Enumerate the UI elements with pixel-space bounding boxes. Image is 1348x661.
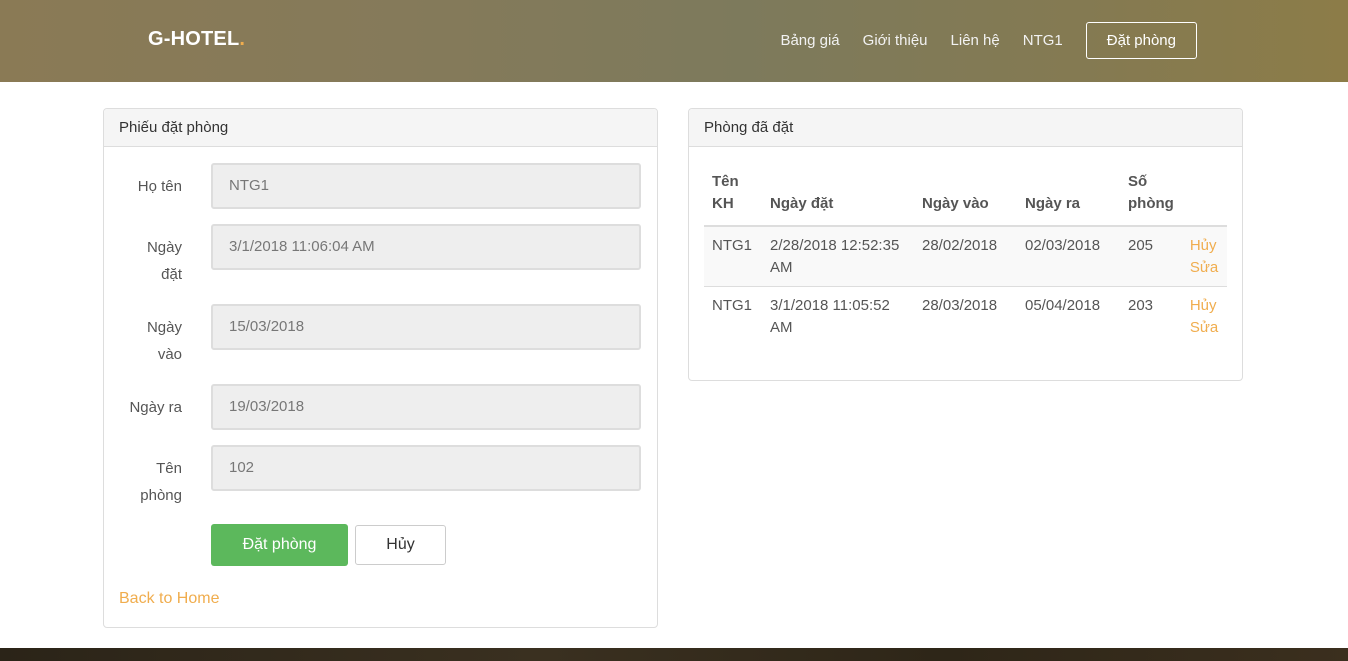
nav-contact[interactable]: Liên hệ: [951, 32, 1000, 49]
name-field[interactable]: NTG1: [211, 163, 641, 209]
cell-checkin: 28/03/2018: [914, 286, 1017, 346]
brand-name: G-HOTEL: [148, 28, 240, 50]
checkout-label: Ngày ra: [129, 399, 182, 416]
booking-date-field[interactable]: 3/1/2018 11:06:04 AM: [211, 224, 641, 270]
cell-name: NTG1: [704, 286, 762, 346]
nav-user[interactable]: NTG1: [1023, 32, 1063, 49]
brand-dot: .: [239, 28, 246, 50]
col-checkout: Ngày ra: [1017, 171, 1120, 227]
booking-date-label: Ngày đặt: [146, 239, 182, 283]
checkin-label: Ngày vào: [146, 319, 182, 363]
col-checkin: Ngày vào: [914, 171, 1017, 227]
room-field[interactable]: 102: [211, 445, 641, 491]
room-label: Tên phòng: [140, 460, 182, 504]
cell-name: NTG1: [704, 225, 762, 287]
cell-room: 205: [1120, 225, 1182, 287]
submit-booking-button[interactable]: Đặt phòng: [211, 524, 348, 566]
col-actions: [1181, 171, 1227, 227]
col-booking-date: Ngày đặt: [762, 171, 914, 227]
nav-price-list[interactable]: Bảng giá: [780, 32, 839, 49]
cell-booked: 3/1/2018 11:05:52 AM: [762, 286, 914, 346]
edit-booking-link[interactable]: Sửa: [1190, 317, 1219, 339]
nav-about[interactable]: Giới thiệu: [863, 32, 928, 49]
back-to-home-link[interactable]: Back to Home: [119, 590, 219, 608]
table-row: NTG1 2/28/2018 12:52:35 AM 28/02/2018 02…: [704, 225, 1227, 287]
table-header-row: Tên KH Ngày đặt Ngày vào Ngày ra Số phòn…: [704, 171, 1227, 227]
cell-actions: Hủy Sửa: [1181, 225, 1227, 287]
cancel-booking-link[interactable]: Hủy: [1190, 295, 1219, 317]
booking-form-panel: Phiếu đặt phòng Họ tên NTG1 Ngày đặt 3/1…: [103, 108, 658, 628]
table-row: NTG1 3/1/2018 11:05:52 AM 28/03/2018 05/…: [704, 286, 1227, 346]
brand-logo[interactable]: G-HOTEL.: [148, 28, 245, 51]
booking-form-title: Phiếu đặt phòng: [104, 109, 657, 147]
nav-book-button[interactable]: Đặt phòng: [1085, 22, 1197, 59]
booked-rooms-panel: Phòng đã đặt Tên KH Ngày đặt Ngày vào Ng…: [688, 108, 1243, 381]
footer-background: [0, 648, 1348, 661]
booked-rooms-title: Phòng đã đặt: [689, 109, 1242, 147]
cell-checkout: 05/04/2018: [1017, 286, 1120, 346]
main-nav: Bảng giá Giới thiệu Liên hệ NTG1 Đặt phò…: [757, 22, 1197, 59]
cell-checkin: 28/02/2018: [914, 225, 1017, 287]
cell-actions: Hủy Sửa: [1181, 286, 1227, 346]
edit-booking-link[interactable]: Sửa: [1190, 257, 1219, 279]
cancel-booking-link[interactable]: Hủy: [1190, 235, 1219, 257]
cell-room: 203: [1120, 286, 1182, 346]
name-label: Họ tên: [137, 178, 182, 195]
col-customer-name: Tên KH: [704, 171, 762, 227]
booked-rooms-table: Tên KH Ngày đặt Ngày vào Ngày ra Số phòn…: [704, 171, 1227, 346]
cell-booked: 2/28/2018 12:52:35 AM: [762, 225, 914, 287]
cancel-button[interactable]: Hủy: [355, 525, 446, 565]
cell-checkout: 02/03/2018: [1017, 225, 1120, 287]
checkin-field[interactable]: 15/03/2018: [211, 304, 641, 350]
col-room-number: Số phòng: [1120, 171, 1182, 227]
top-navbar: G-HOTEL. Bảng giá Giới thiệu Liên hệ NTG…: [0, 0, 1348, 82]
checkout-field[interactable]: 19/03/2018: [211, 384, 641, 430]
